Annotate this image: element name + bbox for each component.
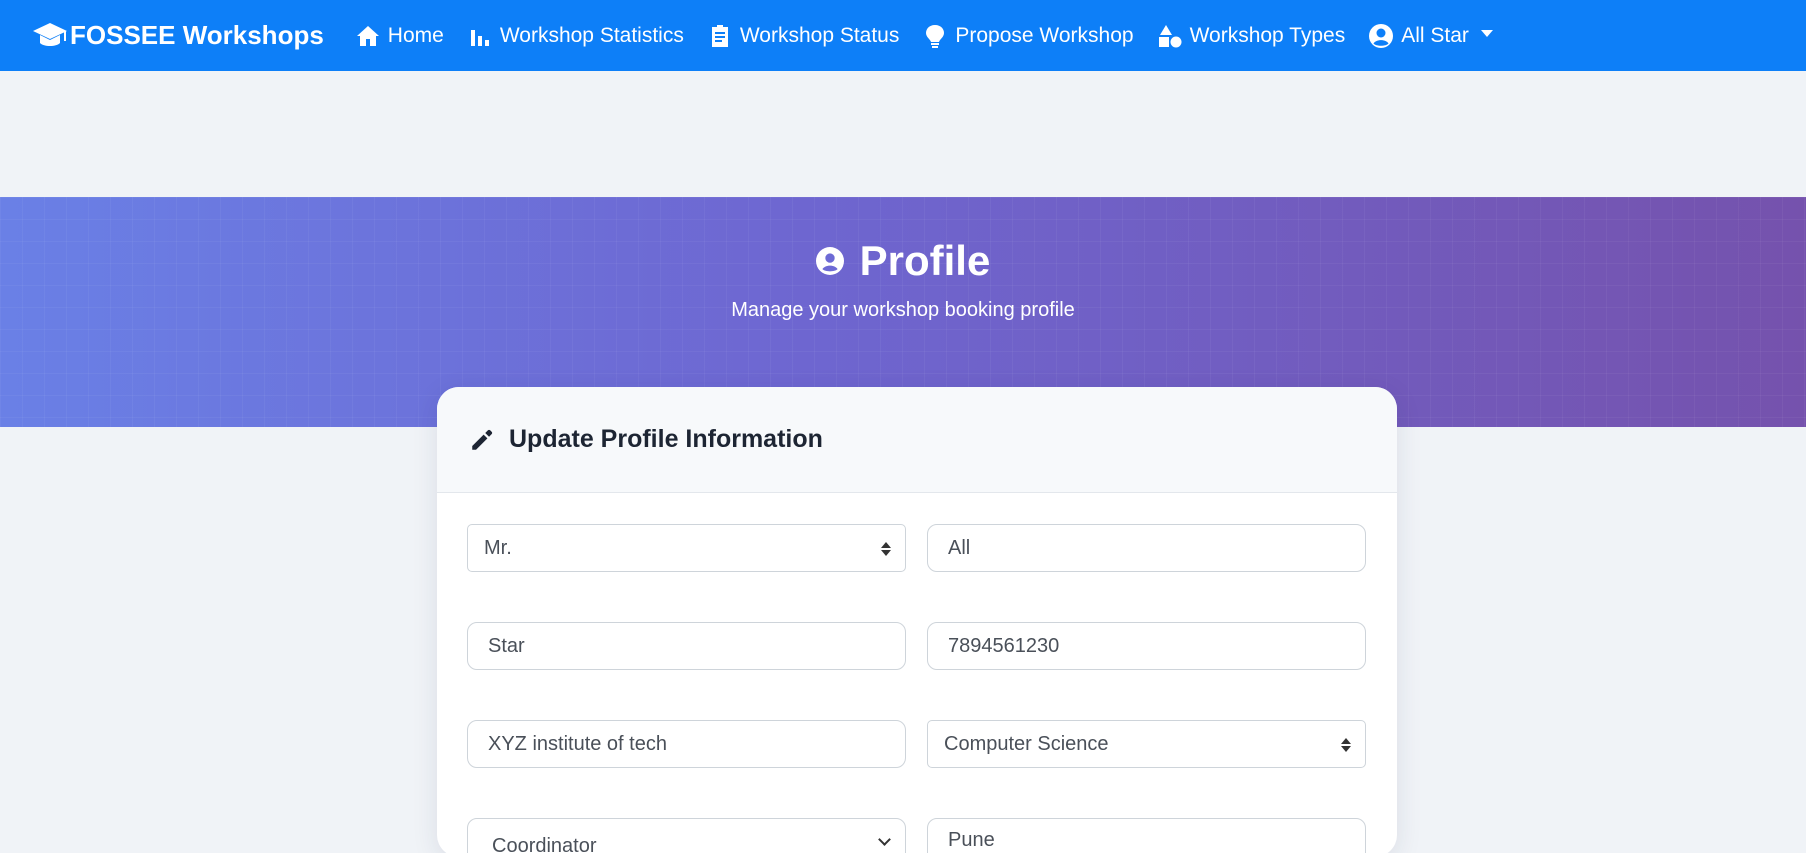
department-select-value: Computer Science (944, 732, 1109, 755)
select-arrows-icon (1341, 738, 1351, 752)
clipboard-icon (711, 24, 728, 47)
card-header: Update Profile Information (437, 387, 1397, 493)
nav-workshop-status[interactable]: Workshop Status (708, 23, 900, 48)
nav-workshop-types-label: Workshop Types (1189, 23, 1346, 47)
institute-input[interactable]: XYZ institute of tech (467, 720, 906, 768)
user-circle-icon (815, 247, 844, 275)
department-select[interactable]: Computer Science (927, 720, 1366, 768)
phone-input[interactable]: 7894561230 (927, 622, 1366, 670)
select-arrows-icon (881, 542, 891, 556)
shapes-icon (1158, 24, 1182, 47)
graduation-cap-icon (33, 22, 67, 46)
title-select[interactable]: Mr. (467, 524, 906, 572)
profile-form-card: Update Profile Information Mr. All Star … (437, 387, 1397, 853)
title-select-value: Mr. (484, 536, 512, 559)
user-circle-icon (1369, 23, 1394, 48)
brand-name: FOSSEE Workshops (70, 20, 324, 50)
nav-propose-workshop-label: Propose Workshop (955, 23, 1134, 47)
pencil-icon (472, 429, 493, 450)
nav-workshop-statistics[interactable]: Workshop Statistics (468, 24, 684, 48)
nav-workshop-statistics-label: Workshop Statistics (499, 23, 684, 47)
location-input[interactable]: Pune (927, 818, 1366, 853)
user-menu-dropdown[interactable]: All Star (1369, 23, 1493, 48)
position-select-value: Coordinator (492, 835, 597, 853)
home-icon (356, 25, 379, 46)
bar-chart-icon (470, 29, 489, 46)
page-title: Profile (0, 237, 1806, 285)
nav-workshop-status-label: Workshop Status (739, 23, 900, 47)
phone-value: 7894561230 (948, 634, 1060, 657)
institute-value: XYZ institute of tech (488, 732, 667, 755)
nav-home-label: Home (387, 23, 444, 47)
caret-down-icon (1480, 30, 1493, 37)
last-name-input[interactable]: Star (467, 622, 906, 670)
card-title: Update Profile Information (509, 425, 823, 453)
first-name-input[interactable]: All (927, 524, 1366, 572)
chevron-down-icon (878, 833, 891, 846)
top-navbar: FOSSEE Workshops Home Workshop Statistic… (0, 0, 1806, 71)
location-value: Pune (948, 829, 995, 851)
page-subtitle: Manage your workshop booking profile (731, 299, 1075, 321)
nav-workshop-types[interactable]: Workshop Types (1158, 23, 1346, 48)
last-name-value: Star (488, 634, 525, 657)
page-title-text: Profile (859, 237, 991, 284)
lightbulb-icon (926, 24, 945, 48)
brand-link[interactable]: FOSSEE Workshops (32, 19, 324, 53)
nav-propose-workshop[interactable]: Propose Workshop (923, 23, 1134, 48)
nav-home[interactable]: Home (356, 24, 444, 48)
position-select[interactable]: Coordinator (467, 818, 906, 853)
first-name-value: All (948, 536, 971, 559)
user-menu-label: All Star (1401, 23, 1469, 47)
